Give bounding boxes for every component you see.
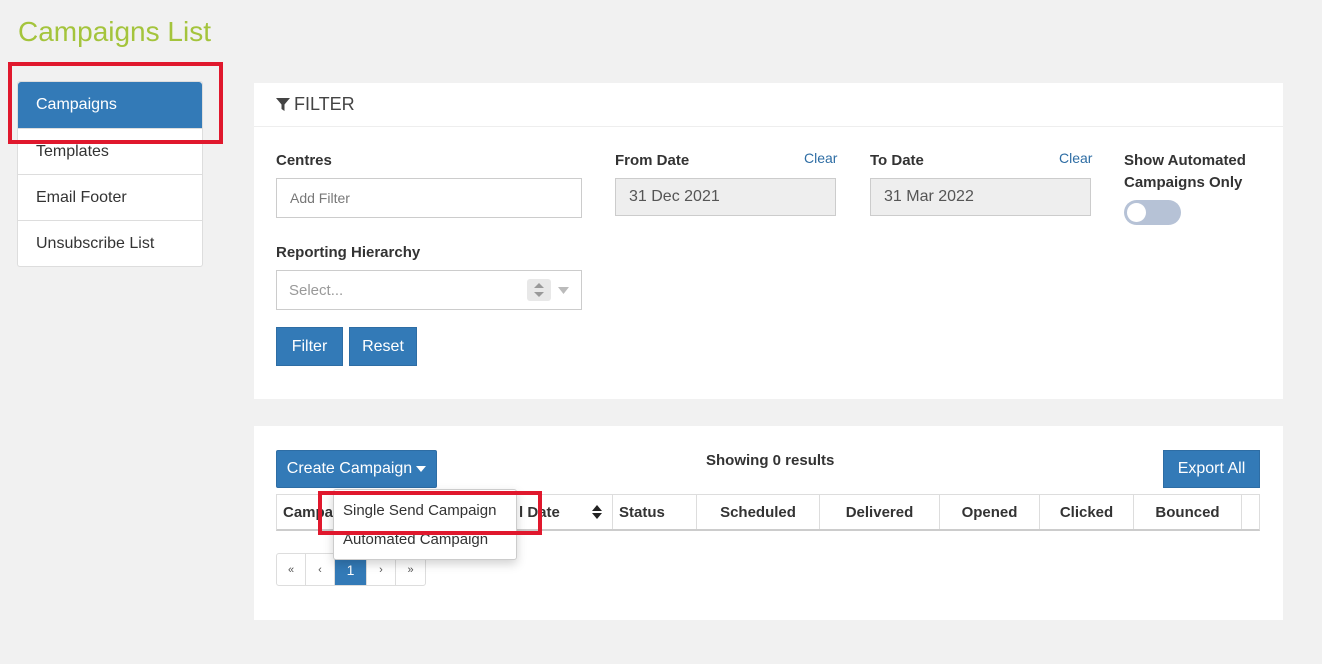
pagination-prev[interactable]: ‹ bbox=[306, 554, 335, 585]
column-clicked[interactable]: Clicked bbox=[1040, 495, 1134, 529]
toggle-knob bbox=[1127, 203, 1146, 222]
caret-down-icon bbox=[416, 466, 427, 472]
from-date-input[interactable]: 31 Dec 2021 bbox=[615, 178, 836, 216]
spinner-icon bbox=[527, 279, 551, 301]
column-bounced[interactable]: Bounced bbox=[1134, 495, 1242, 529]
from-date-clear-link[interactable]: Clear bbox=[804, 150, 837, 166]
pagination-first[interactable]: « bbox=[277, 554, 306, 585]
results-count: Showing 0 results bbox=[706, 452, 835, 469]
centres-label: Centres bbox=[276, 152, 332, 169]
column-opened[interactable]: Opened bbox=[940, 495, 1040, 529]
to-date-input[interactable]: 31 Mar 2022 bbox=[870, 178, 1091, 216]
to-date-clear-link[interactable]: Clear bbox=[1059, 150, 1092, 166]
sort-icon bbox=[592, 505, 602, 519]
filter-icon bbox=[276, 97, 290, 111]
from-date-label: From Date bbox=[615, 152, 690, 169]
sidebar-item-templates[interactable]: Templates bbox=[18, 128, 202, 174]
create-campaign-label: Create Campaign bbox=[286, 460, 413, 477]
reporting-hierarchy-select[interactable]: Select... bbox=[276, 270, 582, 310]
create-campaign-button[interactable]: Create Campaign bbox=[276, 450, 437, 488]
reset-button[interactable]: Reset bbox=[349, 327, 417, 366]
sidebar-item-unsubscribe-list[interactable]: Unsubscribe List bbox=[18, 220, 202, 266]
filter-title: FILTER bbox=[294, 94, 355, 114]
to-date-label: To Date bbox=[870, 152, 924, 169]
filter-button[interactable]: Filter bbox=[276, 327, 343, 366]
column-scheduled[interactable]: Scheduled bbox=[697, 495, 820, 529]
filter-header: FILTER bbox=[254, 83, 1283, 127]
automated-only-label-line2: Campaigns Only bbox=[1124, 174, 1243, 191]
column-send-date-label: l Date bbox=[519, 503, 560, 521]
export-all-button[interactable]: Export All bbox=[1163, 450, 1260, 488]
centres-input[interactable]: Add Filter bbox=[276, 178, 582, 218]
automated-only-toggle[interactable] bbox=[1124, 200, 1181, 225]
sidebar-item-campaigns[interactable]: Campaigns bbox=[18, 82, 202, 128]
page-title: Campaigns List bbox=[18, 16, 211, 47]
sidebar-item-email-footer[interactable]: Email Footer bbox=[18, 174, 202, 220]
sidebar-nav: Campaigns Templates Email Footer Unsubsc… bbox=[17, 81, 203, 267]
chevron-down-icon bbox=[558, 287, 569, 294]
column-campaign[interactable]: Campa bbox=[277, 495, 337, 529]
menu-item-single-send-campaign[interactable]: Single Send Campaign bbox=[343, 502, 496, 519]
create-campaign-menu: Single Send Campaign Automated Campaign bbox=[333, 489, 517, 560]
column-delivered[interactable]: Delivered bbox=[820, 495, 940, 529]
menu-item-automated-campaign[interactable]: Automated Campaign bbox=[343, 531, 488, 548]
automated-only-label-line1: Show Automated bbox=[1124, 152, 1246, 169]
reporting-hierarchy-label: Reporting Hierarchy bbox=[276, 244, 421, 261]
column-status[interactable]: Status bbox=[613, 495, 697, 529]
filter-panel: FILTER Centres Add Filter From Date Clea… bbox=[254, 83, 1283, 399]
reporting-hierarchy-placeholder: Select... bbox=[289, 281, 344, 299]
